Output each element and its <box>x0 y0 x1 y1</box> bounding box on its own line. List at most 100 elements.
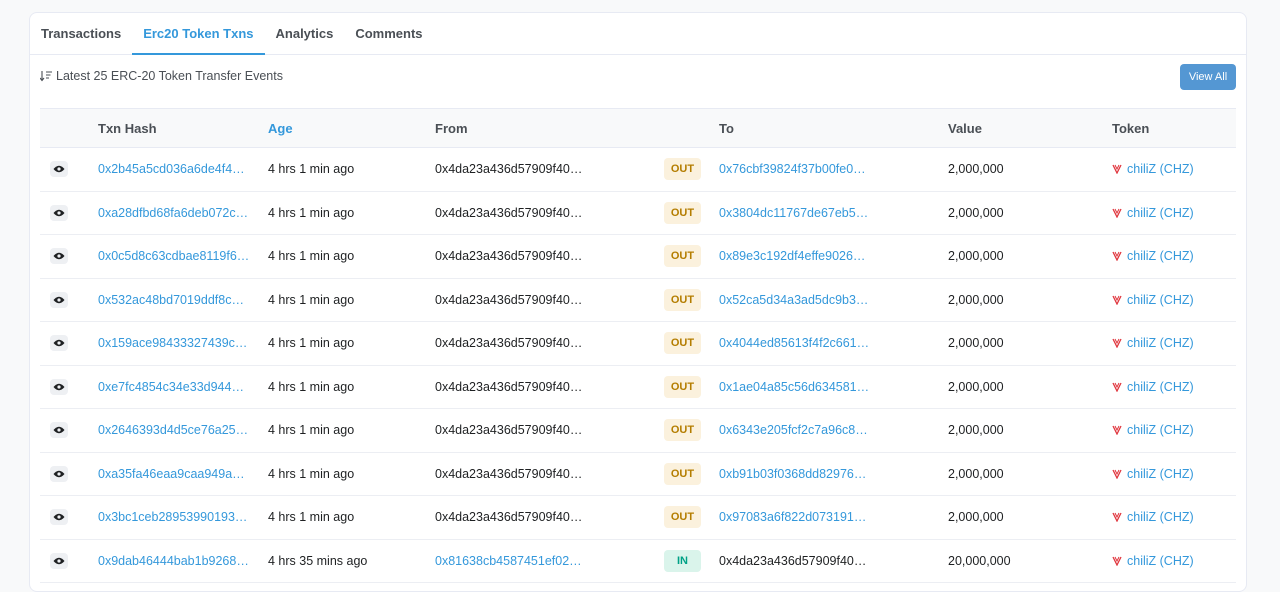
from-address: 0x4da23a436d57909f40… <box>435 336 583 351</box>
to-address[interactable]: 0x52ca5d34a3ad5dc9b3… <box>719 279 868 322</box>
txn-hash-link[interactable]: 0x0c5d8c63cdbae8119f6… <box>98 235 249 278</box>
txn-hash-link[interactable]: 0x159ace98433327439c… <box>98 322 247 365</box>
txn-hash-link[interactable]: 0xe7fc4854c34e33d944… <box>98 366 244 409</box>
txn-hash-link[interactable]: 0x2646393d4d5ce76a25… <box>98 409 248 452</box>
from-address: 0x4da23a436d57909f40… <box>435 205 583 220</box>
eye-icon[interactable] <box>50 204 68 221</box>
row-preview-button[interactable] <box>50 235 68 278</box>
token-link[interactable]: chiliZ (CHZ) <box>1112 322 1194 365</box>
token-link[interactable]: chiliZ (CHZ) <box>1112 148 1194 191</box>
eye-icon[interactable] <box>50 465 68 482</box>
direction-cell: IN <box>664 540 701 583</box>
tab-transactions[interactable]: Transactions <box>30 13 132 55</box>
row-preview-button[interactable] <box>50 279 68 322</box>
chiliz-token-icon <box>1112 469 1122 479</box>
table-body: 0x2b45a5cd036a6de4f4… 4 hrs 1 min ago 0x… <box>40 148 1236 583</box>
token-link[interactable]: chiliZ (CHZ) <box>1112 453 1194 496</box>
to-address[interactable]: 0x6343e205fcf2c7a96c8… <box>719 409 868 452</box>
transfer-value: 2,000,000 <box>948 249 1004 264</box>
token-link[interactable]: chiliZ (CHZ) <box>1112 366 1194 409</box>
direction-badge: OUT <box>664 419 701 442</box>
eye-icon[interactable] <box>50 335 68 352</box>
token-link[interactable]: chiliZ (CHZ) <box>1112 192 1194 235</box>
to-address[interactable]: 0x89e3c192df4effe9026… <box>719 235 865 278</box>
tab-analytics[interactable]: Analytics <box>265 13 345 55</box>
txn-hash-link[interactable]: 0x2b45a5cd036a6de4f4… <box>98 148 245 191</box>
txn-hash-link[interactable]: 0x532ac48bd7019ddf8c… <box>98 279 244 322</box>
eye-icon[interactable] <box>50 161 68 178</box>
transfer-value: 2,000,000 <box>948 510 1004 525</box>
table-row: 0x3bc1ceb28953990193… 4 hrs 1 min ago 0x… <box>40 496 1236 540</box>
to-address[interactable]: 0x97083a6f822d073191… <box>719 496 866 539</box>
from-address[interactable]: 0x81638cb4587451ef02… <box>435 540 582 583</box>
from-address: 0x4da23a436d57909f40… <box>435 162 583 177</box>
row-preview-button[interactable] <box>50 148 68 191</box>
col-age[interactable]: Age <box>268 109 293 147</box>
table-row: 0x2646393d4d5ce76a25… 4 hrs 1 min ago 0x… <box>40 409 1236 453</box>
eye-icon[interactable] <box>50 552 68 569</box>
col-txn-hash: Txn Hash <box>98 120 157 136</box>
row-preview-button[interactable] <box>50 496 68 539</box>
to-address[interactable]: 0x76cbf39824f37b00fe0… <box>719 148 866 191</box>
direction-cell: OUT <box>664 409 701 452</box>
to-address[interactable]: 0x4044ed85613f4f2c661… <box>719 322 869 365</box>
table-row: 0xe7fc4854c34e33d944… 4 hrs 1 min ago 0x… <box>40 366 1236 409</box>
col-from: From <box>435 120 468 136</box>
row-preview-button[interactable] <box>50 540 68 583</box>
table-row: 0xa28dfbd68fa6deb072c… 4 hrs 1 min ago 0… <box>40 192 1236 235</box>
chiliz-token-icon <box>1112 251 1122 262</box>
transfer-value: 2,000,000 <box>948 205 1004 220</box>
token-link[interactable]: chiliZ (CHZ) <box>1112 235 1194 278</box>
to-address[interactable]: 0xb91b03f0368dd82976… <box>719 453 866 496</box>
direction-badge: OUT <box>664 332 701 355</box>
token-link[interactable]: chiliZ (CHZ) <box>1112 496 1194 539</box>
txn-age: 4 hrs 1 min ago <box>268 336 355 351</box>
token-name: chiliZ (CHZ) <box>1127 336 1194 351</box>
row-preview-button[interactable] <box>50 453 68 496</box>
chiliz-token-icon <box>1112 164 1122 175</box>
from-address: 0x4da23a436d57909f40… <box>435 249 583 264</box>
table-row: 0x159ace98433327439c… 4 hrs 1 min ago 0x… <box>40 322 1236 366</box>
tab-comments[interactable]: Comments <box>344 13 433 55</box>
tab-bar: Transactions Erc20 Token Txns Analytics … <box>30 13 1246 55</box>
transfer-value: 2,000,000 <box>948 336 1004 351</box>
token-link[interactable]: chiliZ (CHZ) <box>1112 540 1194 583</box>
row-preview-button[interactable] <box>50 322 68 365</box>
eye-icon[interactable] <box>50 509 68 526</box>
txn-age: 4 hrs 1 min ago <box>268 292 355 307</box>
eye-icon[interactable] <box>50 291 68 308</box>
eye-icon[interactable] <box>50 422 68 439</box>
from-address: 0x4da23a436d57909f40… <box>435 466 583 481</box>
chiliz-token-icon <box>1112 338 1122 349</box>
token-link[interactable]: chiliZ (CHZ) <box>1112 279 1194 322</box>
transfers-table: Txn Hash Age From To Value Token 0x2b45a… <box>40 108 1236 583</box>
eye-icon[interactable] <box>50 248 68 265</box>
transfer-value: 2,000,000 <box>948 162 1004 177</box>
direction-badge: OUT <box>664 158 701 181</box>
txn-hash-link[interactable]: 0xa28dfbd68fa6deb072c… <box>98 192 248 235</box>
to-address[interactable]: 0x3804dc11767de67eb5… <box>719 192 868 235</box>
token-name: chiliZ (CHZ) <box>1127 423 1194 438</box>
transfer-value: 2,000,000 <box>948 292 1004 307</box>
txn-hash-link[interactable]: 0x9dab46444bab1b9268… <box>98 540 249 583</box>
token-txns-card: Transactions Erc20 Token Txns Analytics … <box>29 12 1247 592</box>
from-address: 0x4da23a436d57909f40… <box>435 379 583 394</box>
row-preview-button[interactable] <box>50 366 68 409</box>
row-preview-button[interactable] <box>50 409 68 452</box>
eye-icon[interactable] <box>50 378 68 395</box>
table-row: 0x9dab46444bab1b9268… 4 hrs 35 mins ago … <box>40 540 1236 583</box>
txn-hash-link[interactable]: 0xa35fa46eaa9caa949a… <box>98 453 245 496</box>
to-address[interactable]: 0x1ae04a85c56d634581… <box>719 366 869 409</box>
tab-erc20-token-txns[interactable]: Erc20 Token Txns <box>132 13 265 55</box>
token-link[interactable]: chiliZ (CHZ) <box>1112 409 1194 452</box>
token-name: chiliZ (CHZ) <box>1127 292 1194 307</box>
view-all-button[interactable]: View All <box>1180 64 1236 90</box>
txn-hash-link[interactable]: 0x3bc1ceb28953990193… <box>98 496 247 539</box>
token-name: chiliZ (CHZ) <box>1127 553 1194 568</box>
direction-badge: OUT <box>664 288 701 311</box>
row-preview-button[interactable] <box>50 192 68 235</box>
col-value: Value <box>948 120 982 136</box>
direction-badge: OUT <box>664 375 701 398</box>
transfer-value: 2,000,000 <box>948 423 1004 438</box>
token-name: chiliZ (CHZ) <box>1127 379 1194 394</box>
